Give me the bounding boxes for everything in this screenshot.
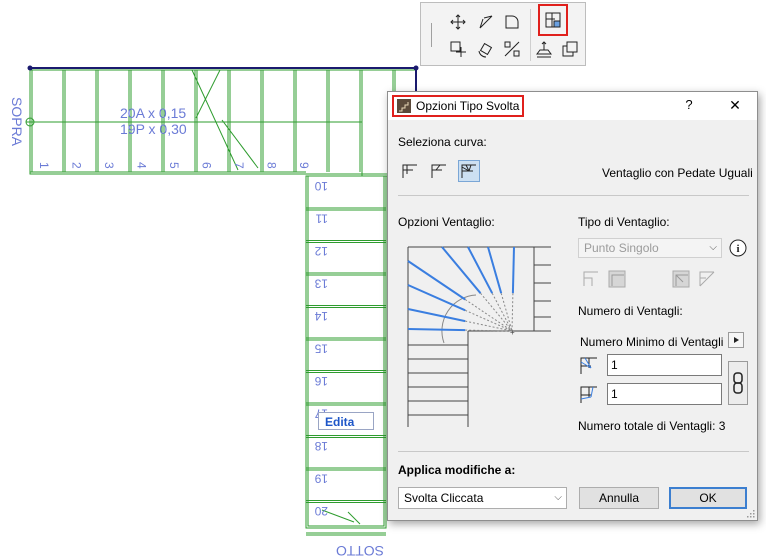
step-number-label: 5 bbox=[167, 162, 181, 169]
apply-to-select[interactable]: Svolta Cliccata ⌵ bbox=[398, 487, 567, 509]
preview-fan-guide bbox=[464, 299, 513, 332]
divider bbox=[398, 451, 749, 452]
step-number-label: 3 bbox=[102, 162, 116, 169]
help-button[interactable]: ? bbox=[680, 97, 698, 115]
fan-type-select[interactable]: Punto Singolo ⌵ bbox=[578, 238, 722, 258]
fan-count-input-1[interactable]: 1 bbox=[607, 354, 722, 376]
fan-options-label: Opzioni Ventaglio: bbox=[398, 215, 495, 229]
preview-fan-guide bbox=[491, 292, 513, 332]
step-number-label: 6 bbox=[200, 162, 214, 169]
fan-type-value: Punto Singolo bbox=[584, 241, 659, 255]
fan-position-inner-icon[interactable] bbox=[606, 268, 628, 290]
dialog-title: Opzioni Tipo Svolta bbox=[416, 99, 520, 113]
select-curve-label: Seleziona curva: bbox=[398, 135, 487, 149]
fan-position-left-icon[interactable] bbox=[580, 268, 602, 290]
elevate-icon[interactable] bbox=[533, 38, 555, 60]
step-number-label: 13 bbox=[314, 277, 328, 291]
step-number-label: 2 bbox=[70, 162, 84, 169]
split-icon[interactable] bbox=[501, 38, 523, 60]
fan-outer-icon bbox=[578, 384, 600, 406]
ok-button[interactable]: OK bbox=[669, 487, 747, 509]
riser-dimension-label: 20A x 0,15 bbox=[120, 105, 186, 121]
preview-fan-line bbox=[487, 246, 503, 294]
offset-icon[interactable] bbox=[447, 38, 469, 60]
resize-grip-icon[interactable] bbox=[745, 508, 755, 518]
step-number-label: 4 bbox=[135, 162, 149, 169]
svg-text:+: + bbox=[510, 328, 515, 337]
curve-type-value: Ventaglio con Pedate Uguali bbox=[602, 166, 753, 180]
tread-dimension-label: 19P x 0,30 bbox=[120, 121, 187, 137]
turn-options-icon[interactable] bbox=[542, 9, 564, 31]
fan-count-input-2[interactable]: 1 bbox=[607, 383, 722, 405]
fan-position-corner-icon[interactable] bbox=[696, 268, 718, 290]
close-button[interactable]: ✕ bbox=[726, 97, 744, 115]
apply-to-value: Svolta Cliccata bbox=[404, 491, 484, 505]
toolbar-divider bbox=[431, 23, 432, 47]
fan-type-label: Tipo di Ventaglio: bbox=[578, 215, 670, 229]
fan-preview-image: + bbox=[407, 246, 551, 427]
min-fan-label: Numero Minimo di Ventagli bbox=[580, 335, 724, 349]
chevron-down-icon: ⌵ bbox=[709, 242, 717, 253]
edit-tooltip[interactable]: Edita bbox=[318, 412, 374, 430]
stair-down-label: SOTTO bbox=[336, 543, 384, 556]
cancel-button[interactable]: Annulla bbox=[579, 487, 659, 509]
rotate-icon[interactable] bbox=[475, 38, 497, 60]
stair-tool-icon bbox=[397, 99, 411, 113]
divider bbox=[398, 195, 749, 196]
svg-text:i: i bbox=[736, 243, 739, 255]
curve-type-winder-icon[interactable] bbox=[428, 160, 450, 182]
step-number-label: 9 bbox=[297, 162, 311, 169]
curve-type-fan-icon[interactable] bbox=[458, 160, 480, 182]
step-number-label: 18 bbox=[314, 439, 328, 453]
move-icon[interactable] bbox=[447, 11, 469, 33]
step-number-label: 16 bbox=[314, 374, 328, 388]
step-number-label: 19 bbox=[314, 472, 328, 486]
stair-up-label: SOPRA bbox=[9, 97, 25, 147]
preview-fan-guide bbox=[464, 309, 513, 332]
fan-position-outer-icon[interactable] bbox=[670, 268, 692, 290]
chevron-down-icon: ⌵ bbox=[554, 492, 562, 503]
preview-fan-line bbox=[467, 246, 494, 294]
preview-fan-line bbox=[511, 246, 515, 294]
link-chain-icon[interactable] bbox=[728, 361, 748, 405]
curve-edit-icon[interactable] bbox=[501, 11, 523, 33]
apply-changes-label: Applica modifiche a: bbox=[398, 463, 516, 477]
step-number-label: 11 bbox=[315, 212, 328, 226]
step-number-label: 14 bbox=[314, 309, 328, 323]
fan-inner-icon bbox=[578, 355, 600, 377]
preview-fan-line bbox=[407, 308, 466, 323]
preview-fan-line bbox=[407, 260, 466, 301]
copy-icon[interactable] bbox=[559, 38, 581, 60]
drag-rotate-icon[interactable] bbox=[475, 11, 497, 33]
step-number-label: 7 bbox=[232, 162, 246, 169]
preview-fan-line bbox=[407, 284, 466, 312]
fan-count-label: Numero di Ventagli: bbox=[578, 304, 683, 318]
step-number-label: 20 bbox=[314, 504, 328, 518]
preview-fan-line bbox=[407, 328, 466, 332]
play-arrow-icon[interactable] bbox=[728, 332, 744, 348]
preview-fan-guide bbox=[511, 293, 514, 332]
curve-type-straight-icon[interactable] bbox=[399, 160, 421, 182]
total-fans-label: Numero totale di Ventagli: 3 bbox=[578, 419, 726, 433]
step-number-label: 10 bbox=[314, 179, 328, 193]
step-number-label: 15 bbox=[314, 342, 328, 356]
pet-palette-toolbar bbox=[420, 2, 586, 66]
toolbar-divider bbox=[530, 9, 531, 61]
info-icon[interactable]: i bbox=[727, 237, 749, 259]
step-number-label: 12 bbox=[314, 244, 328, 258]
step-number-label: 1 bbox=[37, 162, 51, 169]
preview-fan-guide bbox=[465, 320, 513, 332]
step-number-label: 8 bbox=[265, 162, 279, 169]
preview-fan-line bbox=[441, 246, 482, 294]
turn-type-options-dialog: Opzioni Tipo Svolta ? ✕ Seleziona curva:… bbox=[387, 91, 758, 521]
dialog-titlebar[interactable]: Opzioni Tipo Svolta ? ✕ bbox=[388, 92, 757, 120]
